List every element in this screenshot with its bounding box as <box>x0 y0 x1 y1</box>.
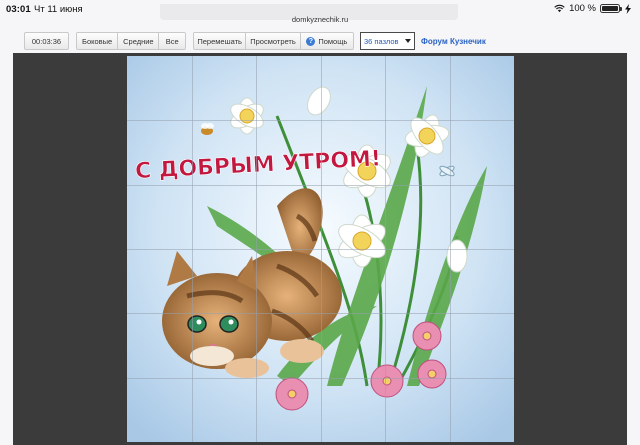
chevron-down-icon <box>405 39 411 43</box>
middle-button[interactable]: Средние <box>118 33 160 49</box>
timer-display: 00:03:36 <box>24 32 69 50</box>
pieces-select-value: 36 пазлов <box>364 36 399 46</box>
help-button[interactable]: ? Помощь <box>300 33 353 49</box>
date: Чт 11 июня <box>34 4 83 15</box>
help-label: Помощь <box>318 36 348 46</box>
all-button[interactable]: Все <box>159 33 185 49</box>
pieces-select[interactable]: 36 пазлов <box>360 32 415 50</box>
puzzle-toolbar: 00:03:36 Боковые Средние Все Перемешать … <box>0 30 640 52</box>
help-icon: ? <box>306 36 316 46</box>
wifi-icon <box>554 4 565 13</box>
clock: 03:01 <box>6 4 31 15</box>
puzzle-image[interactable]: С ДОБРЫМ УТРОМ! <box>127 56 514 442</box>
battery-icon <box>600 4 622 13</box>
grid-line-horizontal <box>127 249 514 250</box>
preview-button[interactable]: Просмотреть <box>246 33 301 49</box>
shuffle-button[interactable]: Перемешать <box>194 33 247 49</box>
grid-line-horizontal <box>127 120 514 121</box>
action-group: Перемешать Просмотреть ? Помощь <box>193 32 354 50</box>
charging-icon <box>625 3 631 14</box>
status-right: 100 % <box>554 3 632 14</box>
grid-line-horizontal <box>127 313 514 314</box>
url-text[interactable]: domkyznechik.ru <box>0 15 640 24</box>
battery-percent: 100 % <box>569 3 596 14</box>
grid-line-horizontal <box>127 378 514 379</box>
grid-line-horizontal <box>127 185 514 186</box>
piece-filter-group: Боковые Средние Все <box>76 32 186 50</box>
forum-link[interactable]: Форум Кузнечик <box>421 37 486 46</box>
edges-button[interactable]: Боковые <box>77 33 119 49</box>
